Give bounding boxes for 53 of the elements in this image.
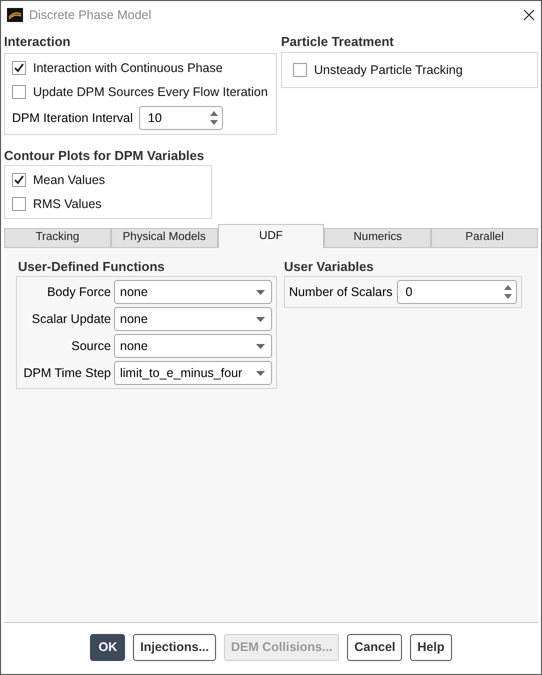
window-title: Discrete Phase Model	[29, 6, 152, 24]
checkbox-label: Interaction with Continuous Phase	[33, 60, 223, 77]
checkbox[interactable]	[12, 85, 26, 99]
app-logo-icon	[7, 8, 23, 22]
dialog-button[interactable]: OK	[90, 634, 126, 661]
checkbox-label: RMS Values	[33, 196, 102, 213]
field-label: Body Force	[46, 284, 111, 301]
dropdown-value: none	[120, 338, 149, 355]
checkbox[interactable]	[293, 63, 307, 77]
checkbox[interactable]	[12, 173, 26, 187]
field-label: Scalar Update	[30, 310, 111, 328]
dropdown-value: none	[120, 284, 149, 301]
group-title: Contour Plots for DPM Variables	[4, 148, 206, 164]
spin-arrows-icon[interactable]	[208, 110, 219, 126]
dropdown[interactable]: none	[114, 280, 272, 304]
field-value: 10	[148, 110, 163, 127]
checkmark-icon	[14, 63, 24, 73]
field-value: 0	[406, 284, 414, 301]
checkbox-label: Unsteady Particle Tracking	[314, 62, 463, 79]
close-icon[interactable]	[523, 9, 535, 21]
spin-field[interactable]: 0	[396, 280, 517, 304]
field-label: DPM Iteration Interval	[12, 110, 133, 127]
tab[interactable]: Parallel	[431, 228, 538, 248]
dropdown-value: limit_to_e_minus_four	[120, 364, 244, 382]
field-label: Number of Scalars	[289, 284, 393, 301]
spin-arrows-icon[interactable]	[503, 284, 513, 300]
field-label: Source	[70, 338, 111, 355]
tab[interactable]: UDF	[218, 224, 324, 248]
checkbox-label: Update DPM Sources Every Flow Iteration	[33, 84, 268, 101]
dialog-button[interactable]: Cancel	[347, 634, 402, 661]
group-title: User-Defined Functions	[18, 259, 166, 275]
tab[interactable]: Physical Models	[110, 228, 218, 248]
dropdown-value: none	[120, 310, 149, 328]
dropdown-arrow-icon	[256, 344, 265, 348]
dropdown[interactable]: none	[114, 334, 272, 358]
spin-field[interactable]: 10	[138, 106, 223, 130]
checkbox[interactable]	[12, 61, 26, 75]
dialog-button[interactable]: Help	[410, 634, 452, 661]
tab[interactable]: Numerics	[324, 228, 432, 248]
group-title: Particle Treatment	[281, 34, 395, 50]
dropdown[interactable]: none	[114, 307, 272, 331]
dropdown-arrow-icon	[256, 290, 265, 294]
group-title: User Variables	[284, 259, 375, 275]
checkbox[interactable]	[12, 197, 26, 211]
dialog-button[interactable]: Injections...	[133, 634, 216, 661]
dropdown[interactable]: limit_to_e_minus_four	[114, 361, 272, 385]
group-title: Interaction	[4, 34, 72, 50]
dropdown-arrow-icon	[256, 370, 265, 376]
checkmark-icon	[14, 175, 24, 185]
checkbox-label: Mean Values	[33, 172, 106, 189]
tab[interactable]: Tracking	[4, 228, 111, 248]
dropdown-arrow-icon	[256, 316, 265, 322]
field-label: DPM Time Step	[22, 364, 111, 382]
